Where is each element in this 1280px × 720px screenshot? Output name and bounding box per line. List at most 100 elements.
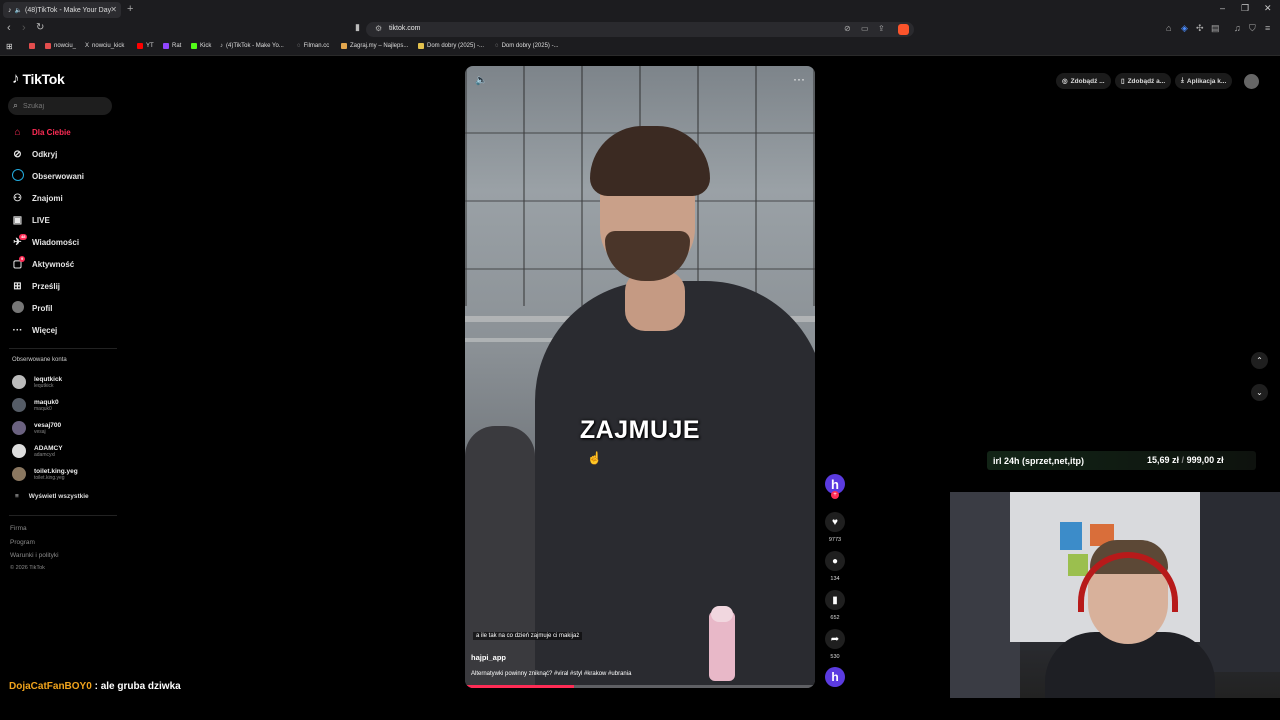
profile-avatar[interactable] <box>1244 74 1259 89</box>
sidebar-icon[interactable]: ▤ <box>1211 23 1220 34</box>
nav-przeslij[interactable]: ⊞ Prześlij <box>11 278 60 294</box>
activity-icon: ▢ 9 <box>12 255 26 270</box>
followed-account[interactable]: toilet.king.yeg toilet.king.yeg <box>12 466 78 482</box>
music-disc[interactable]: h <box>825 667 845 687</box>
tiktok-icon: ♪ <box>220 43 223 49</box>
new-tab-icon[interactable]: + <box>127 3 133 15</box>
kick-icon <box>191 43 197 49</box>
restore-icon[interactable]: ❐ <box>1241 3 1249 14</box>
donation-goal-bar: irl 24h (sprzet,net,itp) 15,69 zł / 999,… <box>987 451 1256 470</box>
desktop-app-button[interactable]: ⤓ Aplikacja k... <box>1175 73 1233 89</box>
browser-tab[interactable]: ♪ 🔈 (48)TikTok - Make Your Day ✕ <box>3 2 121 18</box>
heart-icon: ♥ <box>832 516 838 528</box>
followed-accounts-title: Obserwowane konta <box>12 357 67 363</box>
avatar <box>12 444 26 458</box>
block-media-icon[interactable]: ⊘ <box>844 24 851 33</box>
minimize-icon[interactable]: – <box>1220 3 1225 13</box>
followed-account[interactable]: vesaj700 vesaj <box>12 420 61 436</box>
nav-aktywnosc[interactable]: ▢ 9 Aktywność <box>11 255 74 272</box>
share-icon[interactable]: ⇪ <box>878 24 885 33</box>
reload-icon[interactable]: ↻ <box>36 22 44 33</box>
avatar <box>12 398 26 412</box>
followed-account[interactable]: lequtkick lequtkick <box>12 374 62 390</box>
bookmark-item[interactable]: nowciu_ <box>45 43 76 49</box>
apps-icon[interactable]: ⊞ <box>6 42 13 51</box>
get-coins-button[interactable]: ◎ Zdobądź ... <box>1056 73 1111 89</box>
bookmark-item[interactable]: Zagraj.my – Najleps... <box>341 43 408 49</box>
bookmark-item[interactable]: Rat <box>163 43 181 49</box>
youtube-icon <box>137 43 143 49</box>
follow-plus-icon[interactable]: + <box>831 491 839 499</box>
followed-account[interactable]: maquk0 maquk0 <box>12 397 59 413</box>
bookmark-item[interactable]: ◌ Dom dobry (2025) -... <box>495 43 559 49</box>
video-subtitle: a ile tak na co dzień zajmuje ci makijaż <box>473 632 583 640</box>
followed-account[interactable]: ADAMCY adamcyxl <box>12 443 63 459</box>
chat-username: DojaCatFanBOY0 <box>9 681 92 692</box>
back-icon[interactable]: ‹ <box>7 22 11 34</box>
get-app-button[interactable]: ▯ Zdobądź a... <box>1115 73 1172 89</box>
see-all-accounts[interactable]: ≡ Wyświetl wszystkie <box>15 493 89 500</box>
search-bar[interactable]: ⌕ <box>8 97 112 115</box>
nav-odkryj[interactable]: ⊘ Odkryj <box>11 146 57 162</box>
nav-dla-ciebie[interactable]: ⌂ Dla Ciebie <box>11 124 70 140</box>
comment-button[interactable]: ● <box>825 551 845 571</box>
bookmark-item[interactable] <box>29 43 35 49</box>
shield-icon[interactable]: ⛉ <box>1249 23 1256 34</box>
bookmark-icon[interactable]: ▮ <box>355 22 360 33</box>
footer-link[interactable]: Warunki i polityki <box>10 552 59 559</box>
menu-icon[interactable]: ≡ <box>1265 23 1270 33</box>
nav-wiecej[interactable]: ··· Więcej <box>11 322 58 338</box>
footer-link[interactable]: Program <box>10 539 35 546</box>
forward-icon[interactable]: › <box>22 22 26 34</box>
comment-icon: ● <box>831 555 839 567</box>
media-icon[interactable]: ♫ <box>1234 23 1241 33</box>
like-button[interactable]: ♥ <box>825 512 845 532</box>
footer-link[interactable]: Firma <box>10 525 27 532</box>
more-options-icon[interactable]: ··· <box>793 72 805 86</box>
brave-shields-icon[interactable] <box>898 24 909 35</box>
nav-znajomi[interactable]: ⚇ Znajomi <box>11 190 63 206</box>
extensions-icon[interactable]: ✣ <box>1196 23 1204 34</box>
close-window-icon[interactable]: ✕ <box>1264 3 1272 14</box>
bookmark-item[interactable]: ♪ (4)TikTok - Make Yo... <box>220 43 284 49</box>
bookmark-item[interactable]: Kick <box>191 43 211 49</box>
share-count: 530 <box>830 654 840 660</box>
tiktok-logo[interactable]: ♪ TikTok <box>12 70 65 87</box>
site-info-icon[interactable]: ⚙ <box>375 24 382 33</box>
search-input[interactable] <box>23 100 107 112</box>
twitch-icon <box>163 43 169 49</box>
bookmark-item[interactable]: YT <box>137 43 154 49</box>
nav-profil[interactable]: Profil <box>11 300 52 316</box>
webcam-overlay <box>950 492 1280 698</box>
bookmark-item[interactable]: Xnowciu_kick <box>85 43 124 49</box>
profile-icon <box>11 300 24 316</box>
video-player[interactable]: 🔈 ··· ZAJMUJE a ile tak na co dzień zajm… <box>465 66 815 688</box>
bookmark-item[interactable]: ◌ Filman.cc <box>297 43 329 49</box>
wallet-icon[interactable]: ◈ <box>1181 23 1188 34</box>
mouse-cursor-icon: ☝ <box>587 451 602 465</box>
close-tab-icon[interactable]: ✕ <box>110 5 117 14</box>
vpn-icon[interactable]: ⌂ <box>1166 23 1171 33</box>
webcam-picture <box>1060 522 1082 550</box>
nav-live[interactable]: ▣ LIVE <box>11 212 50 228</box>
video-progress-bar[interactable] <box>465 685 815 688</box>
tab-title: (48)TikTok - Make Your Day <box>24 6 112 14</box>
nav-wiadomosci[interactable]: ✈ 48 Wiadomości <box>11 233 79 250</box>
bookmark-item[interactable]: Dom dobry (2025) -... <box>418 43 484 49</box>
pip-icon[interactable]: ▭ <box>861 24 869 33</box>
video-author[interactable]: hajpi_app <box>471 653 506 662</box>
messages-badge: 48 <box>19 233 28 240</box>
globe-icon: ◌ <box>495 43 499 49</box>
video-description[interactable]: Alternatywki powinny zniknąć? #viral #st… <box>471 671 631 677</box>
next-video-button[interactable]: ⌄ <box>1251 384 1268 401</box>
nav-obserwowani[interactable]: Obserwowani <box>11 168 84 184</box>
bookmark-favicon-icon <box>29 43 35 49</box>
list-icon: ≡ <box>15 493 19 500</box>
speaker-icon[interactable]: 🔈 <box>15 7 22 14</box>
url-field[interactable]: ⚙ tiktok.com ⊘ ▭ ⇪ <box>366 22 914 37</box>
volume-icon[interactable]: 🔈 <box>475 75 487 86</box>
share-button[interactable]: ➦ <box>825 629 845 649</box>
previous-video-button[interactable]: ⌃ <box>1251 352 1268 369</box>
save-button[interactable]: ▮ <box>825 590 845 610</box>
bookmarks-bar: ⊞ nowciu_ Xnowciu_kick YT Rat Kick ♪ (4)T… <box>0 39 1280 56</box>
